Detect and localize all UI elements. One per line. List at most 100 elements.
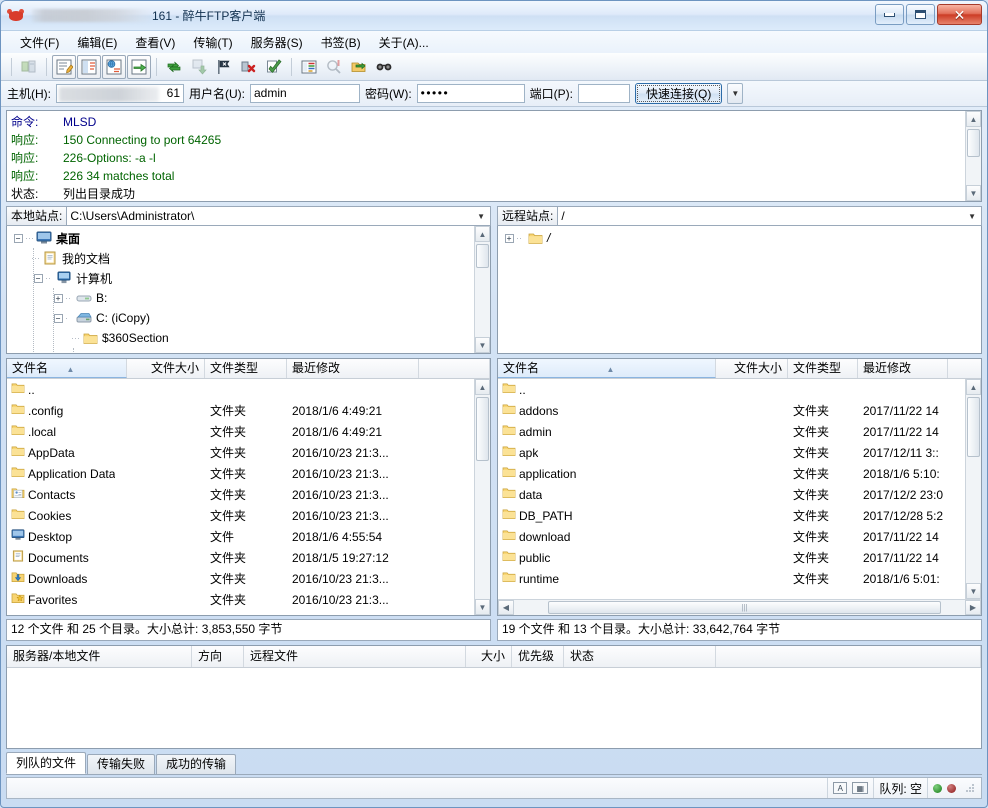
refresh-icon[interactable] — [162, 55, 186, 79]
tree-node-drive-c[interactable]: − · C: (iCopy) — [7, 308, 474, 328]
queue-column-status[interactable]: 状态 — [564, 646, 716, 667]
table-row[interactable]: Favorites 文件夹 2016/10/23 21:3... — [7, 589, 474, 610]
chevron-down-icon[interactable]: ▼ — [477, 207, 487, 226]
table-row[interactable]: application 文件夹 2018/1/6 5:10: — [498, 463, 965, 484]
compare-directories-icon[interactable] — [322, 55, 346, 79]
column-header-filetype[interactable]: 文件类型 — [788, 359, 858, 378]
scroll-track[interactable] — [475, 242, 490, 337]
menu-file[interactable]: 文件(F) — [11, 32, 68, 53]
scroll-track[interactable] — [966, 395, 981, 583]
scroll-track[interactable] — [966, 127, 981, 185]
resize-grip-icon[interactable] — [964, 782, 976, 794]
scroll-thumb[interactable] — [967, 129, 980, 157]
remote-list-body[interactable]: .. addons 文件夹 2017/11/22 14 admin 文件夹 20… — [498, 379, 981, 599]
table-row[interactable]: Contacts 文件夹 2016/10/23 21:3... — [7, 484, 474, 505]
scroll-left-icon[interactable]: ◀ — [498, 600, 514, 615]
status-encryption-cell[interactable]: A ▦ — [827, 778, 873, 798]
synchronized-browsing-icon[interactable] — [347, 55, 371, 79]
queue-column-remote-file[interactable]: 远程文件 — [244, 646, 466, 667]
table-row[interactable]: .local 文件夹 2018/1/6 4:49:21 — [7, 421, 474, 442]
column-header-filename[interactable]: 文件名 ▲ — [7, 359, 127, 378]
scroll-up-icon[interactable]: ▲ — [475, 379, 490, 395]
table-row[interactable]: .. — [7, 379, 474, 400]
scroll-up-icon[interactable]: ▲ — [966, 111, 981, 127]
expander-expand-icon[interactable]: + — [502, 233, 516, 243]
scroll-down-icon[interactable]: ▼ — [966, 185, 981, 201]
menu-about[interactable]: 关于(A)... — [370, 32, 438, 53]
remote-path-combo[interactable]: / ▼ — [557, 206, 982, 226]
disconnect-icon[interactable] — [237, 55, 261, 79]
table-row[interactable]: .config 文件夹 2018/1/6 4:49:21 — [7, 400, 474, 421]
column-header-filesize[interactable]: 文件大小 — [127, 359, 205, 378]
menu-bookmarks[interactable]: 书签(B) — [312, 32, 370, 53]
close-button[interactable]: ✕ — [937, 4, 982, 25]
table-row[interactable]: addons 文件夹 2017/11/22 14 — [498, 400, 965, 421]
table-row[interactable]: admin 文件夹 2017/11/22 14 — [498, 421, 965, 442]
tab-failed-transfers[interactable]: 传输失败 — [87, 754, 156, 774]
username-input[interactable]: admin — [250, 84, 360, 103]
expander-collapse-icon[interactable]: − — [11, 233, 25, 243]
scroll-track[interactable] — [475, 395, 490, 599]
table-row[interactable]: public 文件夹 2017/11/22 14 — [498, 547, 965, 568]
menu-transfer[interactable]: 传输(T) — [184, 32, 241, 53]
scroll-thumb[interactable] — [967, 397, 980, 457]
table-row[interactable]: DB_PATH 文件夹 2017/12/28 5:2 — [498, 505, 965, 526]
table-row[interactable]: Desktop 文件 2018/1/6 4:55:54 — [7, 526, 474, 547]
chevron-down-icon[interactable]: ▼ — [968, 207, 978, 226]
table-row[interactable]: Cookies 文件夹 2016/10/23 21:3... — [7, 505, 474, 526]
queue-column-size[interactable]: 大小 — [466, 646, 512, 667]
reconnect-icon[interactable] — [262, 55, 286, 79]
remote-list-scrollbar[interactable]: ▲ ▼ — [965, 379, 981, 599]
column-header-filetype[interactable]: 文件类型 — [205, 359, 287, 378]
column-header-filename[interactable]: 文件名 ▲ — [498, 359, 716, 378]
table-row[interactable]: data 文件夹 2017/12/2 23:0 — [498, 484, 965, 505]
column-header-filesize[interactable]: 文件大小 — [716, 359, 788, 378]
local-tree[interactable]: − ··· 桌面 ··· 我的文档 − ·· 计算机 + ·· B: − · C… — [6, 226, 491, 354]
queue-column-direction[interactable]: 方向 — [192, 646, 244, 667]
quick-connect-dropdown[interactable]: ▼ — [727, 83, 744, 104]
toggle-message-log-icon[interactable] — [52, 54, 76, 79]
menu-edit[interactable]: 编辑(E) — [68, 32, 126, 53]
table-row[interactable]: Downloads 文件夹 2016/10/23 21:3... — [7, 568, 474, 589]
table-row[interactable]: AppData 文件夹 2016/10/23 21:3... — [7, 442, 474, 463]
scroll-up-icon[interactable]: ▲ — [966, 379, 981, 395]
minimize-button[interactable] — [875, 4, 904, 25]
menu-view[interactable]: 查看(V) — [126, 32, 184, 53]
tree-node-my-documents[interactable]: ··· 我的文档 — [7, 248, 474, 268]
menu-server[interactable]: 服务器(S) — [242, 32, 312, 53]
search-remote-files-icon[interactable] — [372, 55, 396, 79]
local-tree-scrollbar[interactable]: ▲ ▼ — [474, 226, 490, 353]
tree-node-drive-b[interactable]: + ·· B: — [7, 288, 474, 308]
cancel-operation-icon[interactable] — [212, 55, 236, 79]
process-queue-icon[interactable] — [187, 55, 211, 79]
table-row[interactable]: .. — [498, 379, 965, 400]
local-path-combo[interactable]: C:\Users\Administrator\ ▼ — [66, 206, 491, 226]
quick-connect-button[interactable]: 快速连接(Q) — [635, 83, 723, 104]
host-input[interactable]: 61 — [56, 84, 184, 103]
table-row[interactable]: download 文件夹 2017/11/22 14 — [498, 526, 965, 547]
password-input[interactable]: ••••• — [416, 84, 525, 103]
queue-rows[interactable] — [7, 668, 981, 748]
table-row[interactable]: runtime 文件夹 2018/1/6 5:01: — [498, 568, 965, 589]
tree-node-360section[interactable]: ··· $360Section — [7, 328, 474, 348]
toggle-local-tree-icon[interactable] — [77, 54, 101, 79]
remote-tree[interactable]: + ·· / — [497, 226, 982, 354]
table-row[interactable]: apk 文件夹 2017/12/11 3:: — [498, 442, 965, 463]
tree-node-computer[interactable]: − ·· 计算机 — [7, 268, 474, 288]
scroll-thumb[interactable] — [476, 397, 489, 461]
local-list-body[interactable]: .. .config 文件夹 2018/1/6 4:49:21 .local 文… — [7, 379, 490, 615]
toggle-transfer-queue-icon[interactable] — [127, 54, 151, 79]
scroll-down-icon[interactable]: ▼ — [475, 337, 490, 353]
table-row[interactable]: Documents 文件夹 2018/1/5 19:27:12 — [7, 547, 474, 568]
scroll-down-icon[interactable]: ▼ — [475, 599, 490, 615]
tab-successful-transfers[interactable]: 成功的传输 — [156, 754, 237, 774]
scroll-thumb[interactable] — [476, 244, 489, 268]
site-manager-icon[interactable] — [17, 55, 41, 79]
maximize-button[interactable] — [906, 4, 935, 25]
tree-node-desktop[interactable]: − ··· 桌面 — [7, 228, 474, 248]
tab-queued-files[interactable]: 列队的文件 — [6, 752, 87, 774]
remote-horizontal-scrollbar[interactable]: ◀ ||| ▶ — [498, 599, 981, 615]
scroll-thumb-horizontal[interactable]: ||| — [548, 601, 941, 614]
port-input[interactable] — [578, 84, 630, 103]
filter-icon[interactable] — [297, 55, 321, 79]
